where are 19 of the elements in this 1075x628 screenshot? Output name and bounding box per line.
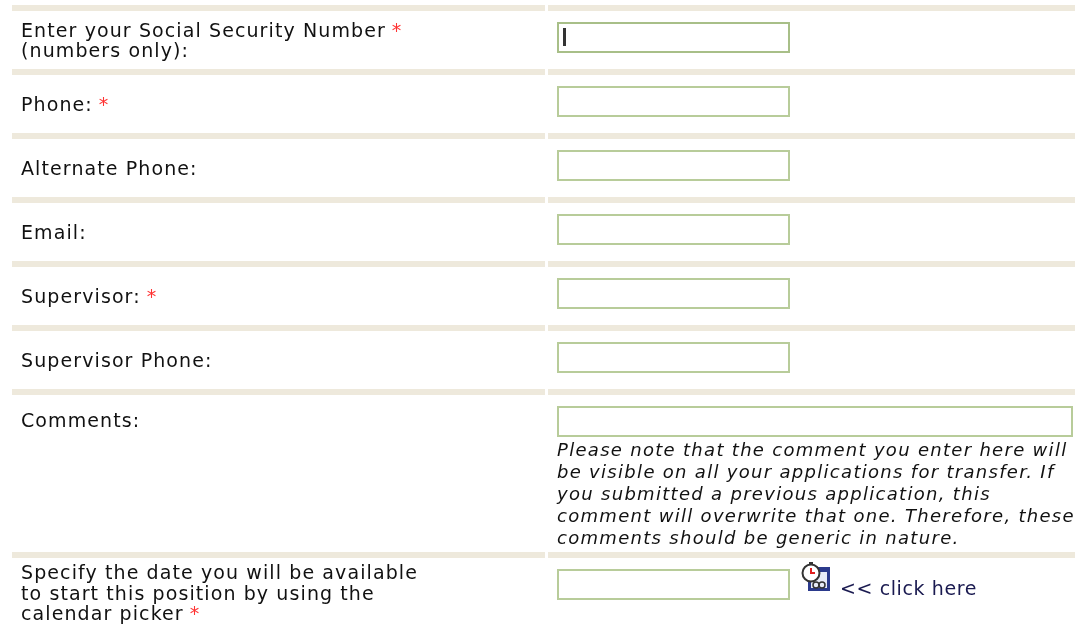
field-label: Email: [21,220,87,243]
field-label: Specify the date you will be available to start this position by using the calendar picker * [21,561,418,624]
text-field[interactable] [557,406,1073,437]
text-field[interactable] [557,342,790,373]
text-field[interactable] [557,150,790,181]
field-label: Supervisor: * [21,284,158,307]
calendar-link[interactable]: << click here [840,577,977,599]
text-field[interactable] [557,22,790,53]
field-label: Supervisor Phone: [21,348,213,371]
calendar-clock-icon[interactable] [800,561,832,593]
field-label: Comments: [21,409,141,431]
field-label: Alternate Phone: [21,156,198,179]
field-label: Enter your Social Security Number * [21,18,403,41]
text-field[interactable] [557,86,790,117]
text-field[interactable] [557,569,790,600]
comment-note: Please note that the comment you enter here will be visible on all your applications for transfer. If you submitted a previous application, this comment will overwrite that one. Therefore, these comments should be generic in nature. [557,439,1075,549]
text-field[interactable] [557,278,790,309]
field-label: Phone: * [21,92,110,115]
text-field[interactable] [557,214,790,245]
